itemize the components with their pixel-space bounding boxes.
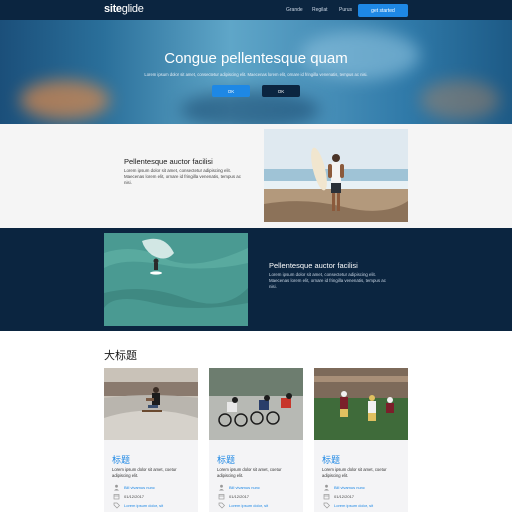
hero-subtitle: Lorem ipsum dolor sit amet, consectetur … xyxy=(144,72,368,77)
card-body: Lorem ipsum dolor sit amet, coetur adipi… xyxy=(217,467,282,478)
nav-link-purus[interactable]: Purus xyxy=(339,7,352,13)
hero-bg-blob xyxy=(20,80,110,120)
feature-section-1: Pellentesque auctor facilisi Lorem ipsum… xyxy=(0,124,512,228)
card-body: Lorem ipsum dolor sit amet, coetur adipi… xyxy=(322,467,387,478)
tag-icon xyxy=(323,502,330,509)
logo-text-main: site xyxy=(104,3,122,15)
feature-section-2: Pellentesque auctor facilisi Lorem ipsum… xyxy=(0,228,512,331)
user-icon xyxy=(114,484,119,491)
card-title[interactable]: 标题 xyxy=(217,453,235,466)
card-author-link[interactable]: Bill vivamus nunc xyxy=(334,485,365,490)
aerial-surfer-image xyxy=(104,233,248,326)
calendar-icon xyxy=(218,494,225,500)
card-body: Lorem ipsum dolor sit amet, coetur adipi… xyxy=(112,467,177,478)
hero-primary-button[interactable]: OK xyxy=(212,85,250,97)
hero-bg-blob xyxy=(420,80,500,120)
feature-2-title: Pellentesque auctor facilisi xyxy=(269,261,358,270)
feature-1-body: Lorem ipsum dolor sit amet, consectetur … xyxy=(124,168,241,185)
feature-1-title: Pellentesque auctor facilisi xyxy=(124,157,213,166)
nav-link-regilat[interactable]: Regilat xyxy=(312,7,328,13)
feature-2-body: Lorem ipsum dolor sit amet, consectetur … xyxy=(269,272,386,289)
user-icon xyxy=(324,484,329,491)
top-nav: siteglide Grande Regilat Purus get start… xyxy=(0,0,512,20)
card-title[interactable]: 标题 xyxy=(112,453,130,466)
football-image xyxy=(314,368,408,440)
card-author-link[interactable]: Bill vivamus nunc xyxy=(229,485,260,490)
card-tag-link[interactable]: Lorem ipsum dolor, sit xyxy=(229,503,268,508)
tag-icon xyxy=(218,502,225,509)
site-logo[interactable]: siteglide xyxy=(104,3,144,15)
card-date: 01/12/2017 xyxy=(124,494,145,499)
hero-title: Congue pellentesque quam xyxy=(164,50,348,67)
card-author-link[interactable]: Bill vivamus nunc xyxy=(124,485,155,490)
skateboarder-image xyxy=(104,368,198,440)
calendar-icon xyxy=(113,494,120,500)
news-card[interactable]: 标题 Lorem ipsum dolor sit amet, coetur ad… xyxy=(314,368,408,512)
surfer-on-beach-image xyxy=(264,129,408,222)
card-date: 01/12/2017 xyxy=(334,494,355,499)
hero-banner: Congue pellentesque quam Lorem ipsum dol… xyxy=(0,20,512,124)
tag-icon xyxy=(113,502,120,509)
cyclists-image xyxy=(209,368,303,440)
user-icon xyxy=(219,484,224,491)
card-tag-link[interactable]: Lorem ipsum dolor, sit xyxy=(334,503,373,508)
cards-section-heading: 大标题 xyxy=(104,350,137,362)
card-title[interactable]: 标题 xyxy=(322,453,340,466)
card-tag-link[interactable]: Lorem ipsum dolor, sit xyxy=(124,503,163,508)
calendar-icon xyxy=(323,494,330,500)
hero-secondary-button[interactable]: OK xyxy=(262,85,300,97)
get-started-button[interactable]: get started xyxy=(358,4,408,17)
logo-text-accent: glide xyxy=(121,3,144,15)
news-card[interactable]: 标题 Lorem ipsum dolor sit amet, coetur ad… xyxy=(104,368,198,512)
news-card[interactable]: 标题 Lorem ipsum dolor sit amet, coetur ad… xyxy=(209,368,303,512)
card-date: 01/12/2017 xyxy=(229,494,250,499)
nav-link-grande[interactable]: Grande xyxy=(286,7,303,13)
